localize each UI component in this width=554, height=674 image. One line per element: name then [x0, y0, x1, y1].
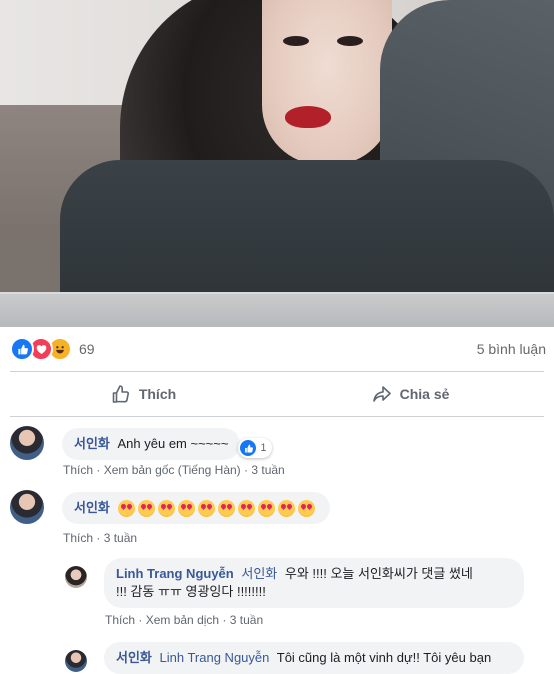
post-photo[interactable]: [0, 0, 554, 327]
reply-like-link[interactable]: Thích: [105, 613, 135, 627]
reactions-summary[interactable]: 69: [10, 337, 95, 361]
post-actions: Thích Chia sẻ: [10, 372, 544, 416]
reply-item: Linh Trang Nguyễn 서인화 우와 !!!! 오늘 서인화씨가 댓…: [65, 558, 524, 608]
comment-like-link[interactable]: Thích: [63, 531, 93, 545]
heart-eyes-emoji-icon: [117, 500, 135, 518]
reply-item: 서인화 Linh Trang Nguyễn Tôi cũng là một vi…: [65, 642, 524, 674]
heart-eyes-emoji-icon: [137, 500, 155, 518]
photo-lips: [285, 106, 331, 128]
comment-author[interactable]: 서인화: [74, 500, 110, 515]
avatar[interactable]: [10, 426, 44, 460]
reply-author[interactable]: 서인화: [116, 650, 152, 665]
reply-time[interactable]: 3 tuần: [230, 613, 263, 627]
heart-eyes-emoji-row: [117, 500, 318, 518]
comment-item: 서인화 Anh yêu em ~~~~~ 1: [10, 426, 273, 460]
share-button-label: Chia sẻ: [399, 386, 450, 402]
comment-like-link[interactable]: Thích: [63, 463, 93, 477]
comment-count-link[interactable]: 5 bình luận: [477, 341, 546, 357]
comment-reaction-badge[interactable]: 1: [238, 438, 273, 458]
comment-author[interactable]: 서인화: [74, 436, 110, 451]
separator: ·: [138, 613, 143, 627]
comment-bubble: 서인화 Anh yêu em ~~~~~ 1: [62, 428, 273, 460]
reply-author[interactable]: Linh Trang Nguyễn: [116, 566, 234, 581]
heart-eyes-emoji-icon: [197, 500, 215, 518]
separator: ·: [96, 463, 101, 477]
like-button[interactable]: Thích: [10, 372, 277, 416]
separator: ·: [222, 613, 227, 627]
like-reaction-icon: [10, 337, 34, 361]
reply-text: Tôi cũng là một vinh dự!! Tôi yêu bạn: [276, 650, 492, 665]
comment-meta: Thích · Xem bản gốc (Tiếng Hàn) · 3 tuần: [63, 463, 285, 477]
heart-eyes-emoji-icon: [277, 500, 295, 518]
separator: ·: [96, 531, 101, 545]
reply-bubble: 서인화 Linh Trang Nguyễn Tôi cũng là một vi…: [104, 642, 524, 674]
photo-face: [262, 0, 392, 165]
photo-table: [0, 292, 554, 327]
avatar[interactable]: [10, 490, 44, 524]
share-arrow-icon: [372, 386, 391, 402]
share-button[interactable]: Chia sẻ: [277, 372, 544, 416]
like-reaction-icon: [240, 440, 257, 456]
comment-bubble: 서인화: [62, 492, 330, 525]
comment-time[interactable]: 3 tuần: [251, 463, 284, 477]
heart-eyes-emoji-icon: [177, 500, 195, 518]
photo-sweater: [60, 160, 554, 310]
heart-eyes-emoji-icon: [257, 500, 275, 518]
comment-item: 서인화: [10, 490, 330, 525]
see-original-link[interactable]: Xem bản gốc (Tiếng Hàn): [104, 463, 241, 477]
mention-link[interactable]: 서인화: [241, 566, 277, 581]
comment-text: Anh yêu em ~~~~~: [117, 436, 229, 451]
reply-meta: Thích · Xem bản dịch · 3 tuần: [105, 613, 263, 627]
divider: [10, 416, 544, 417]
heart-eyes-emoji-icon: [237, 500, 255, 518]
heart-eyes-emoji-icon: [297, 500, 315, 518]
avatar[interactable]: [65, 566, 87, 588]
mention-link[interactable]: Linh Trang Nguyễn: [160, 650, 270, 665]
like-button-label: Thích: [138, 386, 177, 402]
heart-eyes-emoji-icon: [157, 500, 175, 518]
reply-text-line1: 우와 !!!! 오늘 서인화씨가 댓글 썼네: [284, 566, 473, 581]
reaction-count[interactable]: 69: [79, 341, 95, 357]
heart-eyes-emoji-icon: [217, 500, 235, 518]
comment-time[interactable]: 3 tuần: [104, 531, 137, 545]
comment-meta: Thích · 3 tuần: [63, 531, 137, 545]
avatar[interactable]: [65, 650, 87, 672]
comment-reaction-count: 1: [260, 442, 267, 454]
photo-eye-left: [283, 36, 309, 46]
separator: ·: [244, 463, 249, 477]
see-translation-link[interactable]: Xem bản dịch: [146, 613, 219, 627]
thumbs-up-icon: [112, 385, 129, 403]
photo-eye-right: [337, 36, 363, 46]
reply-bubble: Linh Trang Nguyễn 서인화 우와 !!!! 오늘 서인화씨가 댓…: [104, 558, 524, 608]
reply-text-line2: !!! 감동 ㅠㅠ 영광잉다 !!!!!!!!: [116, 584, 266, 599]
